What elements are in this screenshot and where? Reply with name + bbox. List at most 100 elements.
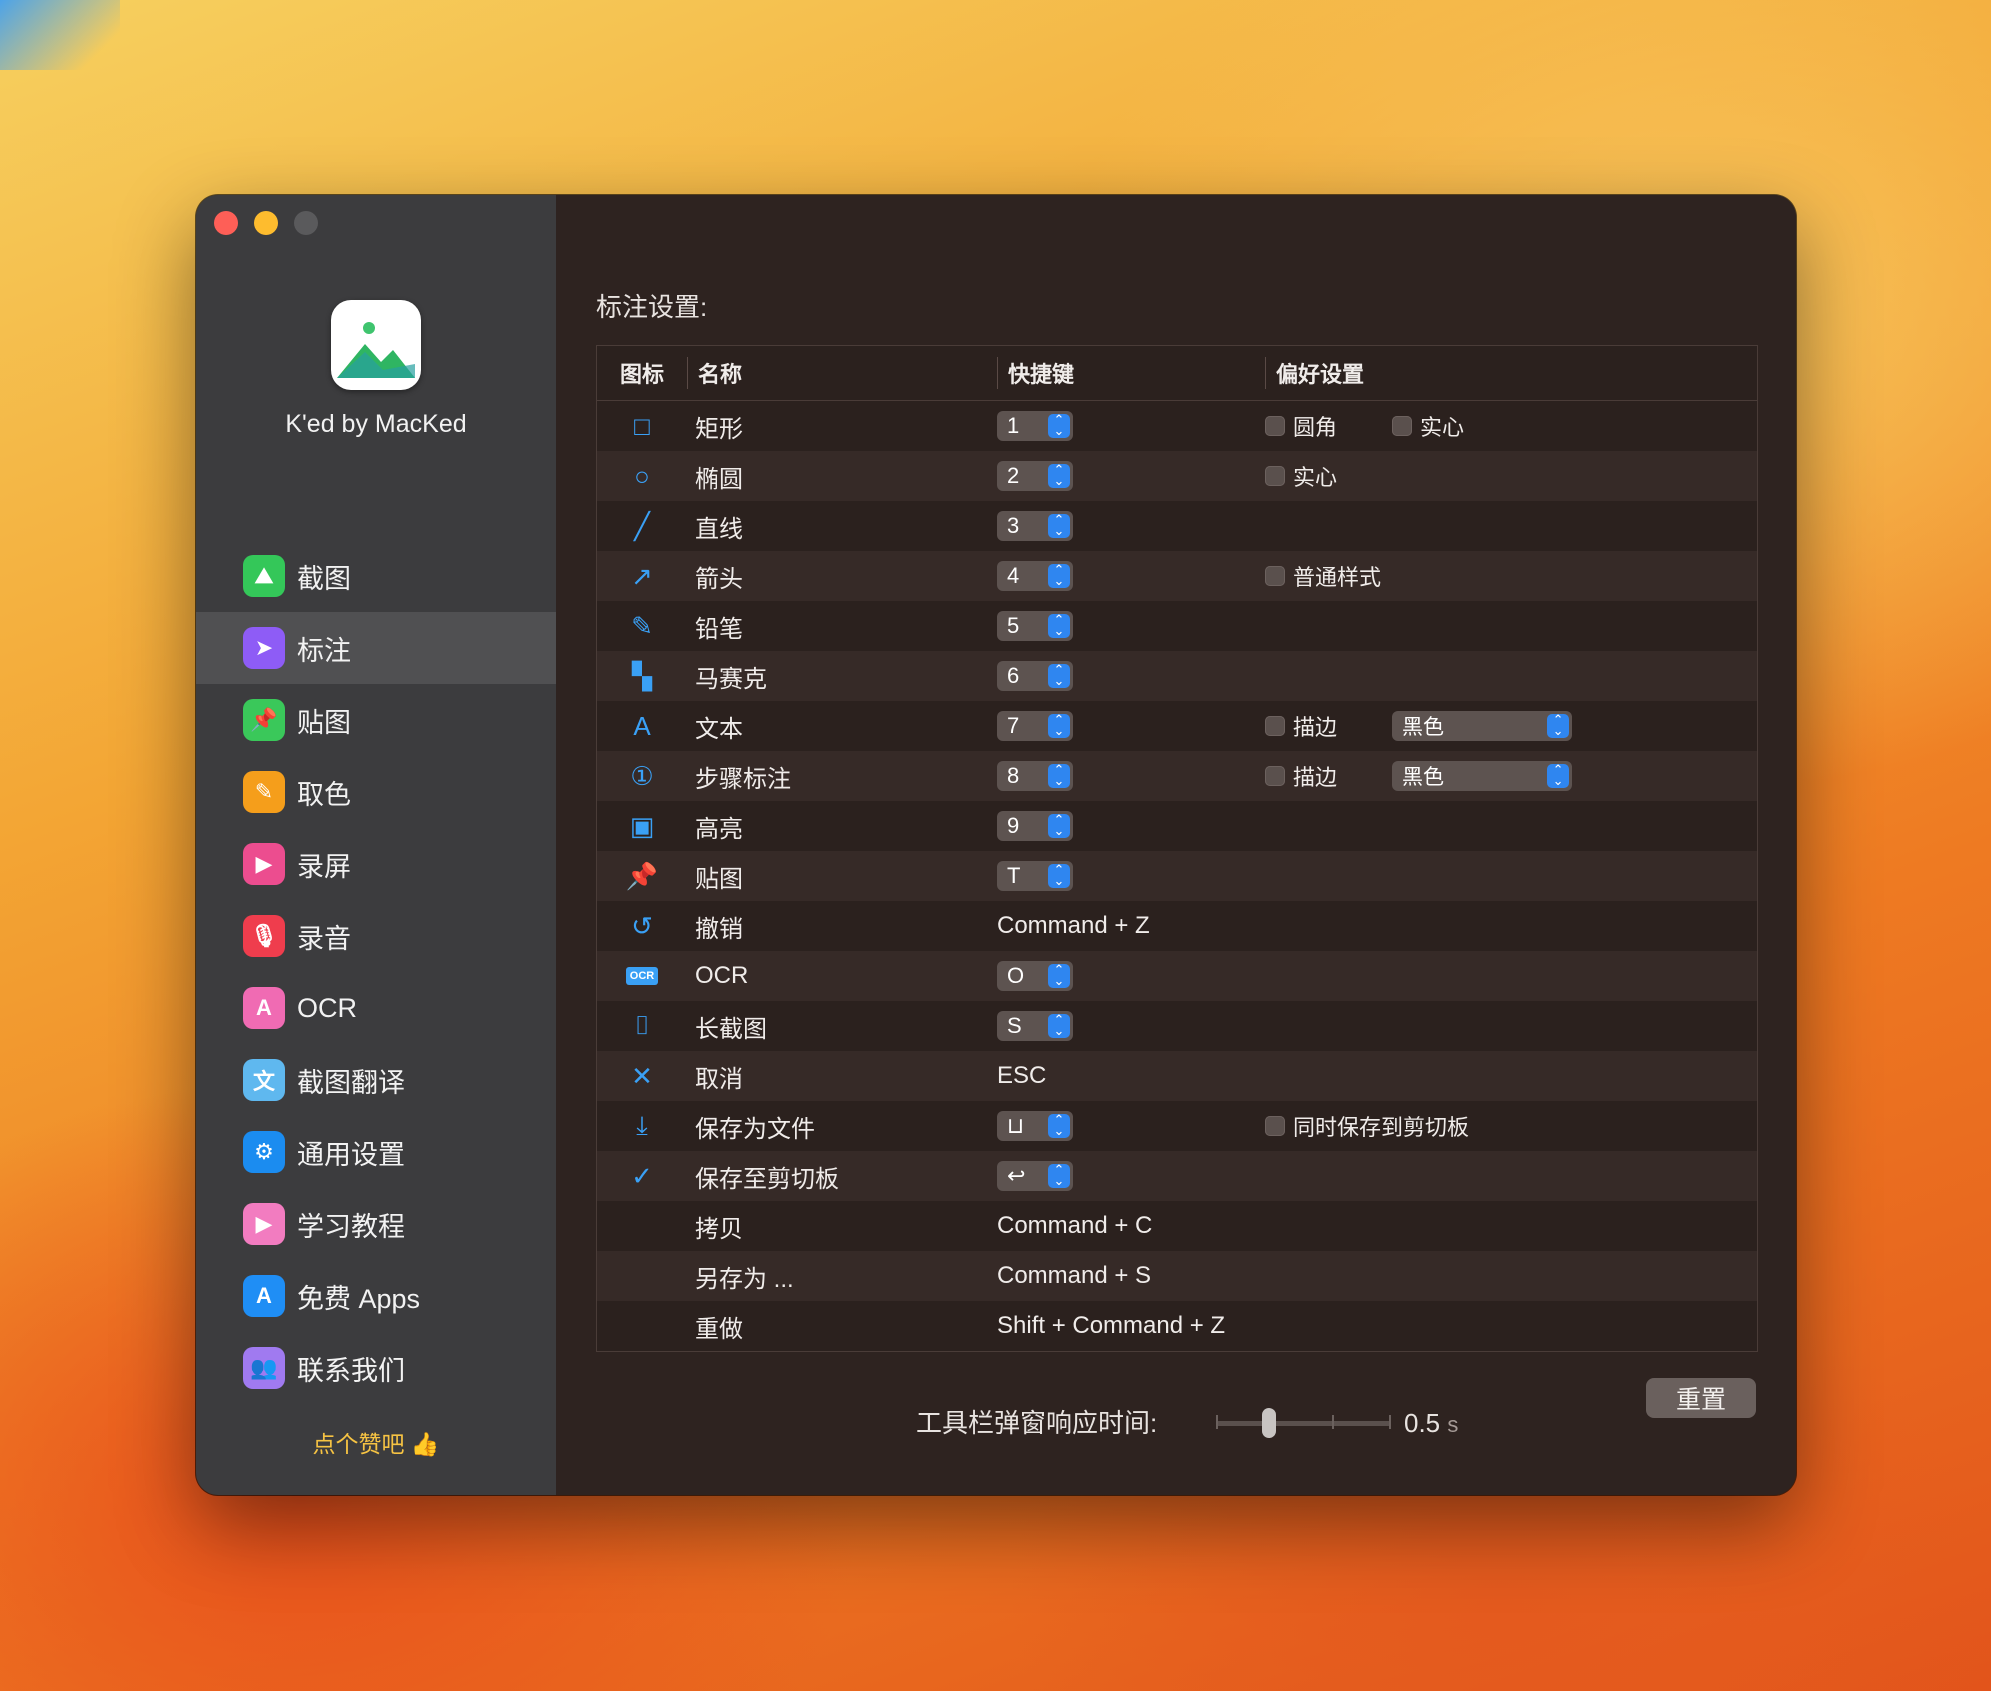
sidebar-item[interactable]: ✎ 取色 xyxy=(196,756,556,828)
stepper-arrows-icon[interactable]: ⌃ ⌄ xyxy=(1048,413,1070,438)
stepper-arrows-icon[interactable]: ⌃ ⌄ xyxy=(1048,813,1070,838)
sidebar-item[interactable]: ⛰ 截图 xyxy=(196,540,556,612)
checkbox-box[interactable] xyxy=(1265,716,1285,736)
pref-checkbox[interactable]: 描边 xyxy=(1265,760,1337,792)
sidebar-item[interactable]: 文截图翻译 xyxy=(196,1044,556,1116)
shortcut-stepper[interactable]: S ⌃ ⌄ xyxy=(997,1011,1073,1041)
table-row: 另存为 ... Command + S xyxy=(597,1251,1757,1301)
sidebar-item[interactable]: ➤ 标注 xyxy=(196,612,556,684)
pref-checkbox[interactable]: 同时保存到剪切板 xyxy=(1265,1110,1469,1142)
color-select[interactable]: 黑色 ⌃ ⌄ xyxy=(1392,761,1573,791)
shortcut-stepper[interactable]: ↩ ⌃ ⌄ xyxy=(997,1161,1073,1191)
shortcut-stepper[interactable]: 1 ⌃ ⌄ xyxy=(997,411,1073,441)
tool-icon: ○ xyxy=(634,460,650,491)
select-arrows-icon: ⌃ ⌄ xyxy=(1547,713,1570,738)
shortcut-cell: O ⌃ ⌄ xyxy=(997,961,1265,991)
slider-unit: s xyxy=(1447,1412,1459,1437)
sidebar-item-label: 学习教程 xyxy=(297,1211,405,1242)
shortcut-stepper[interactable]: 4 ⌃ ⌄ xyxy=(997,561,1073,591)
app-logo-icon xyxy=(331,300,421,390)
stepper-arrows-icon[interactable]: ⌃ ⌄ xyxy=(1048,463,1070,488)
table-row: 重做 Shift + Command + Z xyxy=(597,1301,1757,1351)
like-link[interactable]: 点个赞吧 👍 xyxy=(196,1425,556,1459)
sidebar-item[interactable]: 👥 联系我们 xyxy=(196,1332,556,1404)
shortcut-value: 4 xyxy=(1007,563,1020,588)
table-row: ⌷ 长截图 S ⌃ ⌄ xyxy=(597,1001,1757,1051)
pin-icon: 📌 xyxy=(243,699,285,741)
minimize-button[interactable] xyxy=(254,211,278,235)
shortcut-cell: Command + S xyxy=(997,1262,1265,1290)
stepper-arrows-icon[interactable]: ⌃ ⌄ xyxy=(1048,763,1070,788)
checkbox-box[interactable] xyxy=(1265,766,1285,786)
slider-tick xyxy=(1216,1415,1218,1429)
shortcut-cell: Shift + Command + Z xyxy=(997,1312,1265,1340)
sidebar-item[interactable]: ▶ 录屏 xyxy=(196,828,556,900)
table-row: ▣ 高亮 9 ⌃ ⌄ xyxy=(597,801,1757,851)
eyedropper-icon: ✎ xyxy=(243,771,285,813)
shortcut-cell: S ⌃ ⌄ xyxy=(997,1011,1265,1041)
checkbox-box[interactable] xyxy=(1265,566,1285,586)
sidebar-item[interactable]: A 免费 Apps xyxy=(196,1260,556,1332)
shortcut-cell: 4 ⌃ ⌄ xyxy=(997,561,1265,591)
sidebar-item[interactable]: 📌 贴图 xyxy=(196,684,556,756)
shortcut-stepper[interactable]: 5 ⌃ ⌄ xyxy=(997,611,1073,641)
tool-name: 保存至剪切板 xyxy=(695,1165,839,1193)
shortcut-value: 6 xyxy=(1007,663,1020,688)
shortcut-stepper[interactable]: 3 ⌃ ⌄ xyxy=(997,511,1073,541)
sidebar-item[interactable]: A OCR xyxy=(196,972,556,1044)
header-shortcut: 快捷键 xyxy=(997,357,1265,389)
pref-checkbox[interactable]: 实心 xyxy=(1392,410,1464,442)
shortcut-stepper[interactable]: ⊔ ⌃ ⌄ xyxy=(997,1111,1073,1141)
stepper-arrows-icon[interactable]: ⌃ ⌄ xyxy=(1048,563,1070,588)
shortcut-value: 1 xyxy=(1007,413,1020,438)
shortcut-stepper[interactable]: T ⌃ ⌄ xyxy=(997,861,1073,891)
delay-slider[interactable] xyxy=(1216,1408,1391,1438)
prefs-cell: 普通样式 xyxy=(1265,560,1757,592)
checkbox-box[interactable] xyxy=(1392,416,1413,436)
slider-tick xyxy=(1332,1415,1334,1429)
checkbox-box[interactable] xyxy=(1265,1116,1285,1136)
color-select[interactable]: 黑色 ⌃ ⌄ xyxy=(1392,711,1573,741)
tool-name: 直线 xyxy=(695,515,743,543)
tool-name: 步骤标注 xyxy=(695,765,791,793)
shortcut-stepper[interactable]: 7 ⌃ ⌄ xyxy=(997,711,1073,741)
stepper-arrows-icon[interactable]: ⌃ ⌄ xyxy=(1048,713,1070,738)
slider-knob[interactable] xyxy=(1261,1408,1276,1438)
pref-checkbox[interactable]: 圆角 xyxy=(1265,410,1337,442)
stepper-arrows-icon[interactable]: ⌃ ⌄ xyxy=(1048,863,1070,888)
shortcut-value: O xyxy=(1007,963,1025,988)
close-button[interactable] xyxy=(214,211,238,235)
shortcut-stepper[interactable]: 6 ⌃ ⌄ xyxy=(997,661,1073,691)
reset-button[interactable]: 重置 xyxy=(1646,1378,1756,1418)
shortcut-cell: T ⌃ ⌄ xyxy=(997,861,1265,891)
tool-name: 撤销 xyxy=(695,915,743,943)
stepper-arrows-icon[interactable]: ⌃ ⌄ xyxy=(1048,963,1070,988)
pref-checkbox[interactable]: 描边 xyxy=(1265,710,1337,742)
shortcut-stepper[interactable]: 2 ⌃ ⌄ xyxy=(997,461,1073,491)
table-row: 拷贝 Command + C xyxy=(597,1201,1757,1251)
checkbox-box[interactable] xyxy=(1265,416,1285,436)
pref-checkbox[interactable]: 实心 xyxy=(1265,460,1337,492)
stepper-arrows-icon[interactable]: ⌃ ⌄ xyxy=(1048,613,1070,638)
table-row: ╱ 直线 3 ⌃ ⌄ xyxy=(597,501,1757,551)
stepper-arrows-icon[interactable]: ⌃ ⌄ xyxy=(1048,1113,1070,1138)
sidebar-item[interactable]: 🎙 录音 xyxy=(196,900,556,972)
shortcut-stepper[interactable]: O ⌃ ⌄ xyxy=(997,961,1073,991)
sidebar-item[interactable]: ▶ 学习教程 xyxy=(196,1188,556,1260)
pref-checkbox[interactable]: 普通样式 xyxy=(1265,560,1381,592)
shortcut-stepper[interactable]: 8 ⌃ ⌄ xyxy=(997,761,1073,791)
table-row: ⤓ 保存为文件 ⊔ ⌃ ⌄ 同时保存到剪切板 xyxy=(597,1101,1757,1151)
checkbox-box[interactable] xyxy=(1265,466,1285,486)
table-header: 图标 名称 快捷键 偏好设置 xyxy=(597,346,1757,401)
stepper-arrows-icon[interactable]: ⌃ ⌄ xyxy=(1048,1013,1070,1038)
stepper-arrows-icon[interactable]: ⌃ ⌄ xyxy=(1048,513,1070,538)
stepper-arrows-icon[interactable]: ⌃ ⌄ xyxy=(1048,1163,1070,1188)
tool-name: 拷贝 xyxy=(695,1215,743,1243)
shortcut-stepper[interactable]: 9 ⌃ ⌄ xyxy=(997,811,1073,841)
shortcut-cell: 7 ⌃ ⌄ xyxy=(997,711,1265,741)
zoom-button[interactable] xyxy=(294,211,318,235)
tool-icon: ⌷ xyxy=(634,1010,650,1040)
sidebar-item[interactable]: ⚙ 通用设置 xyxy=(196,1116,556,1188)
shortcut-value: 8 xyxy=(1007,763,1020,788)
stepper-arrows-icon[interactable]: ⌃ ⌄ xyxy=(1048,663,1070,688)
